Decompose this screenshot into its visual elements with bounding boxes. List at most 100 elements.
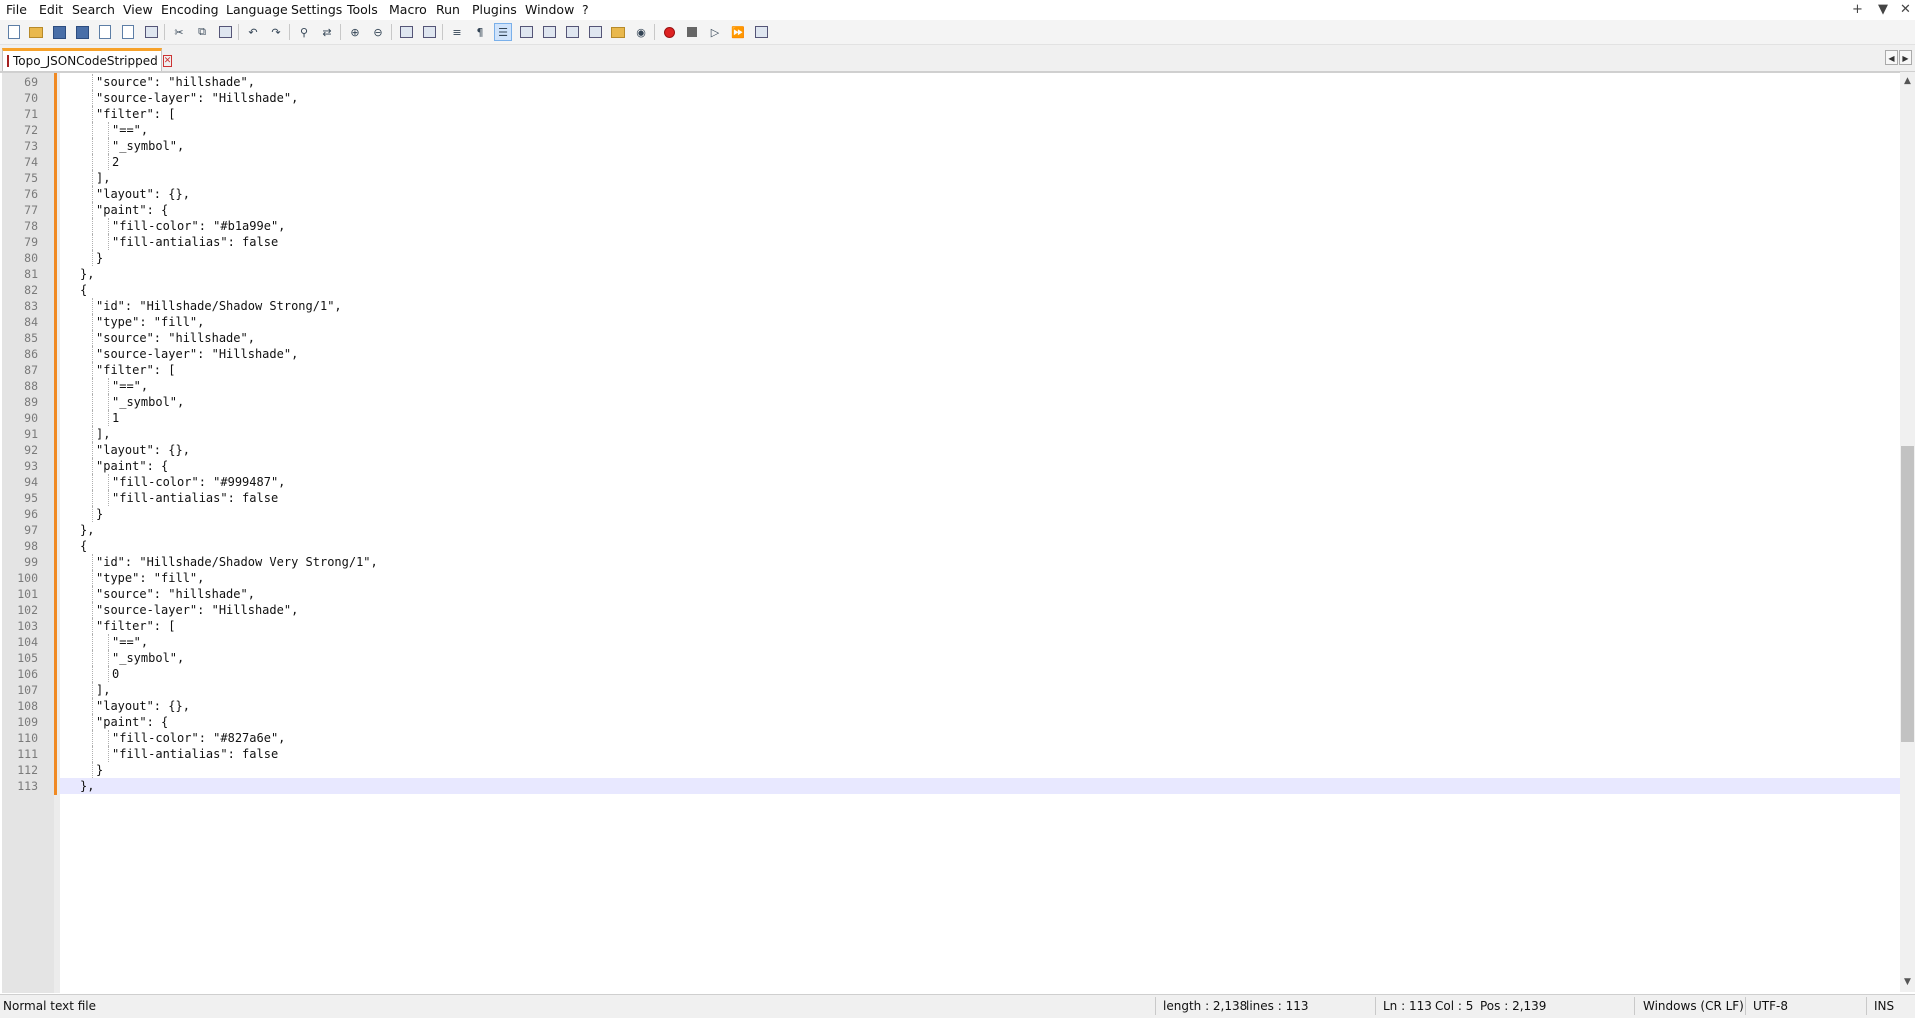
code-line[interactable]: 73 "_symbol", bbox=[24, 138, 1900, 154]
code-line[interactable]: 82 { bbox=[24, 282, 1900, 298]
start-recording-icon[interactable] bbox=[660, 23, 678, 41]
menu-macro[interactable]: Macro bbox=[389, 0, 427, 20]
doc-map-icon[interactable] bbox=[540, 23, 558, 41]
code-line[interactable]: 79 "fill-antialias": false bbox=[24, 234, 1900, 250]
playback-icon[interactable]: ▷ bbox=[706, 23, 724, 41]
replace-icon[interactable]: ⇄ bbox=[318, 23, 336, 41]
window-list-icon[interactable]: ▼ bbox=[1878, 0, 1888, 20]
zoom-in-icon[interactable]: ⊕ bbox=[346, 23, 364, 41]
code-line[interactable]: 103 "filter": [ bbox=[17, 618, 1900, 634]
monitoring-icon[interactable]: ◉ bbox=[632, 23, 650, 41]
code-line[interactable]: 106 0 bbox=[17, 666, 1900, 682]
menu-file[interactable]: File bbox=[6, 0, 27, 20]
menu-edit[interactable]: Edit bbox=[39, 0, 63, 20]
menu-help[interactable]: ? bbox=[582, 0, 589, 20]
code-line[interactable]: 90 1 bbox=[24, 410, 1900, 426]
save-all-icon[interactable] bbox=[73, 23, 91, 41]
code-line[interactable]: 102 "source-layer": "Hillshade", bbox=[17, 602, 1900, 618]
code-line[interactable]: 86 "source-layer": "Hillshade", bbox=[24, 346, 1900, 362]
undo-icon[interactable]: ↶ bbox=[244, 23, 262, 41]
code-line[interactable]: 74 2 bbox=[24, 154, 1900, 170]
code-line[interactable]: 105 "_symbol", bbox=[17, 650, 1900, 666]
tab-scroll-right-icon[interactable]: ▶ bbox=[1899, 50, 1912, 65]
code-line[interactable]: 100 "type": "fill", bbox=[17, 570, 1900, 586]
code-line[interactable]: 95 "fill-antialias": false bbox=[24, 490, 1900, 506]
cut-icon[interactable]: ✂ bbox=[170, 23, 188, 41]
code-line[interactable]: 88 "==", bbox=[24, 378, 1900, 394]
save-icon[interactable] bbox=[50, 23, 68, 41]
code-line[interactable]: 94 "fill-color": "#999487", bbox=[24, 474, 1900, 490]
zoom-out-icon[interactable]: ⊖ bbox=[369, 23, 387, 41]
language-define-icon[interactable] bbox=[517, 23, 535, 41]
function-list-icon[interactable] bbox=[586, 23, 604, 41]
new-tab-icon[interactable]: + bbox=[1852, 0, 1863, 20]
menu-view[interactable]: View bbox=[123, 0, 153, 20]
code-line[interactable]: 80} bbox=[24, 250, 1900, 266]
code-line[interactable]: 96} bbox=[24, 506, 1900, 522]
code-line[interactable]: 109 "paint": { bbox=[17, 714, 1900, 730]
paste-icon[interactable] bbox=[216, 23, 234, 41]
close-icon[interactable] bbox=[96, 23, 114, 41]
tab-scroll-left-icon[interactable]: ◀ bbox=[1885, 50, 1898, 65]
menu-run[interactable]: Run bbox=[436, 0, 460, 20]
menu-settings[interactable]: Settings bbox=[291, 0, 342, 20]
code-line[interactable]: 83 "id": "Hillshade/Shadow Strong/1", bbox=[24, 298, 1900, 314]
word-wrap-icon[interactable]: ≡ bbox=[448, 23, 466, 41]
folder-as-workspace-icon[interactable] bbox=[609, 23, 627, 41]
code-line[interactable]: 107], bbox=[17, 682, 1900, 698]
menu-tools[interactable]: Tools bbox=[347, 0, 378, 20]
save-macro-icon[interactable] bbox=[752, 23, 770, 41]
code-line[interactable]: 112} bbox=[17, 762, 1900, 778]
menu-language[interactable]: Language bbox=[226, 0, 288, 20]
new-file-icon[interactable] bbox=[5, 23, 23, 41]
document-list-icon[interactable] bbox=[563, 23, 581, 41]
menu-plugins[interactable]: Plugins bbox=[472, 0, 517, 20]
menu-window[interactable]: Window bbox=[525, 0, 574, 20]
code-line[interactable]: 110 "fill-color": "#827a6e", bbox=[17, 730, 1900, 746]
code-line[interactable]: 108 "layout": {}, bbox=[17, 698, 1900, 714]
close-all-icon[interactable] bbox=[119, 23, 137, 41]
menu-search[interactable]: Search bbox=[72, 0, 115, 20]
code-line[interactable]: 104 "==", bbox=[17, 634, 1900, 650]
code-line[interactable]: 70 "source-layer": "Hillshade", bbox=[24, 90, 1900, 106]
code-line[interactable]: 91], bbox=[24, 426, 1900, 442]
code-line[interactable]: 76 "layout": {}, bbox=[24, 186, 1900, 202]
scroll-up-icon[interactable]: ▲ bbox=[1900, 74, 1915, 89]
find-icon[interactable]: ⚲ bbox=[295, 23, 313, 41]
run-macro-multiple-icon[interactable]: ⏩ bbox=[729, 23, 747, 41]
code-line[interactable]: 81}, bbox=[24, 266, 1900, 282]
copy-icon[interactable]: ⧉ bbox=[193, 23, 211, 41]
code-line[interactable]: 113}, bbox=[17, 778, 1900, 794]
code-line[interactable]: 87 "filter": [ bbox=[24, 362, 1900, 378]
code-line[interactable]: 75], bbox=[24, 170, 1900, 186]
code-line[interactable]: 101 "source": "hillshade", bbox=[17, 586, 1900, 602]
sync-vertical-icon[interactable] bbox=[397, 23, 415, 41]
code-line[interactable]: 89 "_symbol", bbox=[24, 394, 1900, 410]
code-line[interactable]: 71 "filter": [ bbox=[24, 106, 1900, 122]
tab-topo-json[interactable]: Topo_JSONCodeStripped ✕ bbox=[2, 48, 173, 71]
code-line[interactable]: 69 "source": "hillshade", bbox=[24, 74, 1900, 90]
editor[interactable]: 69 "source": "hillshade", 70 "source-layer"… bbox=[0, 72, 1915, 993]
menu-encoding[interactable]: Encoding bbox=[161, 0, 219, 20]
code-line[interactable]: 77 "paint": { bbox=[24, 202, 1900, 218]
code-line[interactable]: 92 "layout": {}, bbox=[24, 442, 1900, 458]
code-line[interactable]: 85 "source": "hillshade", bbox=[24, 330, 1900, 346]
redo-icon[interactable]: ↷ bbox=[267, 23, 285, 41]
code-line[interactable]: 97}, bbox=[24, 522, 1900, 538]
code-line[interactable]: 111 "fill-antialias": false bbox=[17, 746, 1900, 762]
code-line[interactable]: 72 "==", bbox=[24, 122, 1900, 138]
code-line[interactable]: 99 "id": "Hillshade/Shadow Very Strong/1"… bbox=[24, 554, 1900, 570]
close-window-icon[interactable]: ✕ bbox=[1900, 0, 1911, 20]
scroll-down-icon[interactable]: ▼ bbox=[1900, 975, 1915, 990]
indent-guide-icon[interactable]: ☰ bbox=[494, 23, 512, 41]
print-icon[interactable] bbox=[142, 23, 160, 41]
code-line[interactable]: 78 "fill-color": "#b1a99e", bbox=[24, 218, 1900, 234]
open-file-icon[interactable] bbox=[27, 23, 45, 41]
status-insert-mode[interactable]: INS bbox=[1874, 995, 1894, 1017]
show-all-characters-icon[interactable]: ¶ bbox=[471, 23, 489, 41]
scrollbar-thumb[interactable] bbox=[1901, 446, 1914, 742]
code-area[interactable]: 69 "source": "hillshade", 70 "source-layer"… bbox=[17, 73, 1900, 993]
code-line[interactable]: 93 "paint": { bbox=[24, 458, 1900, 474]
code-line[interactable]: 84 "type": "fill", bbox=[24, 314, 1900, 330]
code-line[interactable]: 98 { bbox=[24, 538, 1900, 554]
